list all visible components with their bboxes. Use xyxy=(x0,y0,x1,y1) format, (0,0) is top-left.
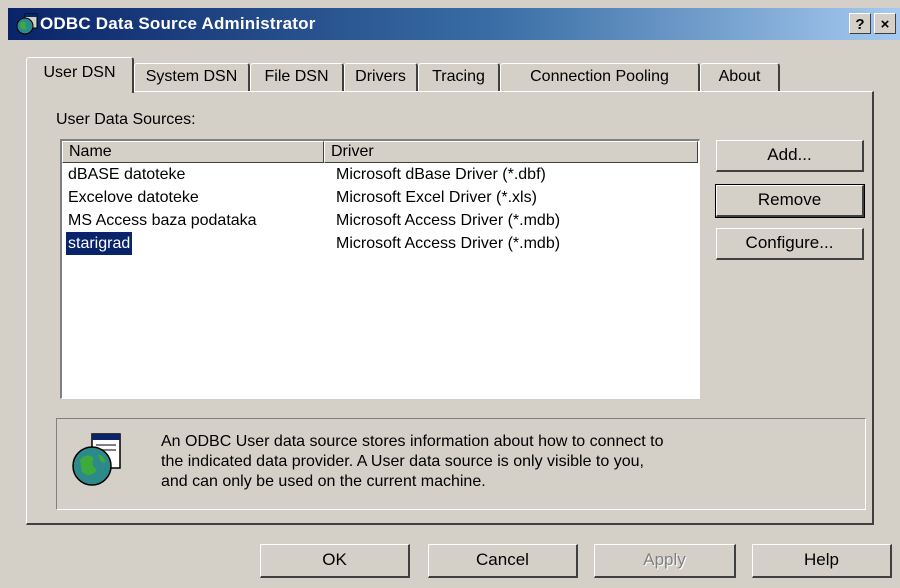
apply-button[interactable]: Apply xyxy=(594,544,736,578)
list-item-selected[interactable]: starigrad Microsoft Access Driver (*.mdb… xyxy=(62,232,699,255)
dsn-driver: Microsoft Excel Driver (*.xls) xyxy=(336,189,537,206)
list-rows: dBASE datoteke Microsoft dBase Driver (*… xyxy=(62,163,699,255)
dsn-name: dBASE datoteke xyxy=(68,166,186,183)
tab-drivers[interactable]: Drivers xyxy=(344,63,418,91)
list-item[interactable]: dBASE datoteke Microsoft dBase Driver (*… xyxy=(62,163,699,186)
odbc-globe-icon xyxy=(16,13,38,35)
data-sources-list[interactable]: Name Driver dBASE datoteke Microsoft dBa… xyxy=(60,139,700,399)
remove-button[interactable]: Remove xyxy=(715,184,865,218)
tab-connection-pooling[interactable]: Connection Pooling xyxy=(500,63,700,91)
tab-about[interactable]: About xyxy=(700,63,780,91)
dsn-driver: Microsoft dBase Driver (*.dbf) xyxy=(336,166,546,183)
cancel-button[interactable]: Cancel xyxy=(428,544,578,578)
tab-tracing[interactable]: Tracing xyxy=(418,63,500,91)
info-line: the indicated data provider. A User data… xyxy=(161,453,644,470)
dsn-name: MS Access baza podataka xyxy=(68,212,257,229)
info-description: An ODBC User data source stores informat… xyxy=(161,432,851,492)
tab-file-dsn[interactable]: File DSN xyxy=(250,63,344,91)
odbc-globe-icon xyxy=(72,433,121,486)
ok-button[interactable]: OK xyxy=(260,544,410,578)
list-item[interactable]: Excelove datoteke Microsoft Excel Driver… xyxy=(62,186,699,209)
column-header-driver[interactable]: Driver xyxy=(324,141,698,163)
window-title: ODBC Data Source Administrator xyxy=(40,14,316,33)
add-button[interactable]: Add... xyxy=(716,140,864,172)
title-bar[interactable]: ODBC Data Source Administrator ? × xyxy=(8,8,900,40)
list-header: Name Driver xyxy=(62,141,699,163)
tab-user-dsn[interactable]: User DSN xyxy=(26,57,134,93)
odbc-dialog: ODBC Data Source Administrator ? × User … xyxy=(0,0,900,588)
tab-system-dsn[interactable]: System DSN xyxy=(134,63,250,91)
user-data-sources-label: User Data Sources: xyxy=(56,111,196,128)
list-item[interactable]: MS Access baza podataka Microsoft Access… xyxy=(62,209,699,232)
info-line: and can only be used on the current mach… xyxy=(161,473,486,490)
column-header-name[interactable]: Name xyxy=(62,141,324,163)
close-button[interactable]: × xyxy=(874,13,896,34)
dsn-driver: Microsoft Access Driver (*.mdb) xyxy=(336,212,561,229)
dsn-name: Excelove datoteke xyxy=(68,189,199,206)
dsn-driver: Microsoft Access Driver (*.mdb) xyxy=(336,235,561,252)
dsn-name: starigrad xyxy=(66,232,133,255)
help-title-button[interactable]: ? xyxy=(849,13,871,34)
configure-button[interactable]: Configure... xyxy=(716,228,864,260)
info-line: An ODBC User data source stores informat… xyxy=(161,433,664,450)
help-button[interactable]: Help xyxy=(752,544,892,578)
